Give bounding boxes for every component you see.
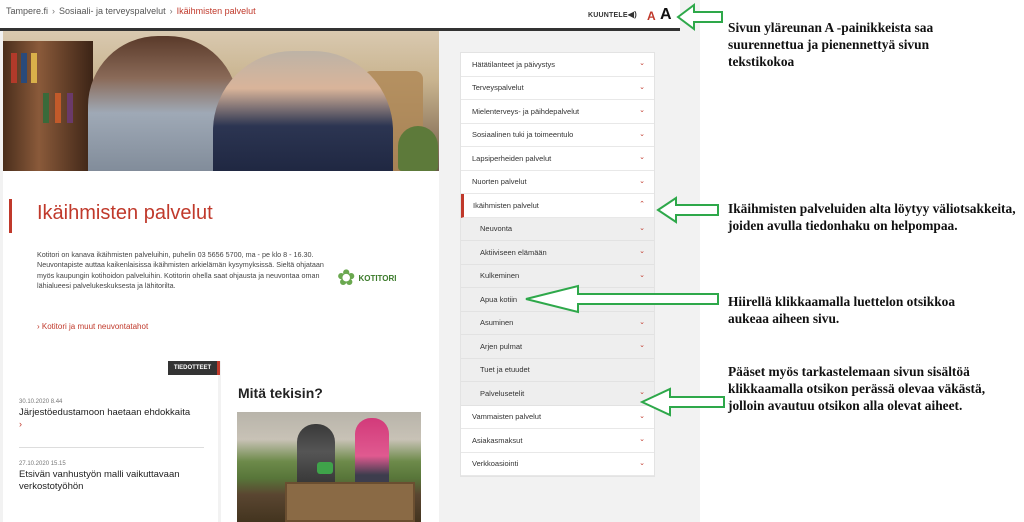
title-accent-bar	[9, 199, 12, 233]
breadcrumb: Tampere.fi › Sosiaali- ja terveyspalvelu…	[6, 6, 256, 16]
chevron-down-icon[interactable]: ⌄	[639, 247, 645, 255]
chevron-down-icon[interactable]: ⌄	[639, 318, 645, 326]
intro-paragraph: Kotitori on kanava ikäihmisten palveluih…	[37, 250, 324, 291]
annotation-arrow	[640, 387, 725, 417]
breadcrumb-current: Ikäihmisten palvelut	[176, 6, 256, 16]
nav-subitem-advice[interactable]: Neuvonta ⌄	[461, 217, 654, 241]
kotitori-link[interactable]: › Kotitori ja muut neuvontatahot	[37, 322, 148, 331]
font-size-increase-button[interactable]: A	[660, 6, 672, 24]
chevron-right-icon: ›	[169, 6, 173, 16]
speaker-icon: ◀)	[627, 10, 637, 19]
nav-item-youth[interactable]: Nuorten palvelut ⌄	[461, 171, 654, 194]
plant-graphic	[398, 126, 438, 171]
chevron-down-icon[interactable]: ⌄	[639, 153, 645, 161]
nav-item-families[interactable]: Lapsiperheiden palvelut ⌄	[461, 147, 654, 171]
news-item[interactable]: 30.10.2020 8.44 Järjestöedustamoon haeta…	[19, 399, 204, 429]
chevron-up-icon[interactable]: ⌃	[639, 200, 645, 208]
chevron-down-icon[interactable]: ⌄	[639, 130, 645, 138]
kotitori-logo-text: KOTITORI	[358, 273, 397, 283]
annotation-note: Hiirellä klikkaamalla luettelon otsikkoa…	[728, 294, 956, 326]
nav-item-elderly[interactable]: Ikäihmisten palvelut ⌃	[461, 194, 654, 218]
listen-button[interactable]: KUUNTELE◀)	[588, 10, 637, 19]
news-date: 30.10.2020 8.44	[19, 399, 63, 405]
news-date: 27.10.2020 15.15	[19, 461, 66, 467]
elderly-woman-figure	[213, 51, 393, 171]
annotation-arrow	[525, 284, 719, 314]
chevron-down-icon[interactable]: ⌄	[639, 106, 645, 114]
font-size-decrease-button[interactable]: A	[647, 9, 656, 23]
side-navigation: Hätätilanteet ja päivystys ⌄ Terveyspalve…	[460, 52, 655, 477]
annotation-arrow	[676, 3, 723, 31]
nav-subitem-benefits[interactable]: Tuet ja etuudet	[461, 358, 654, 382]
nav-item-mental-health[interactable]: Mielenterveys- ja päihdepalvelut ⌄	[461, 100, 654, 124]
chevron-down-icon[interactable]: ⌄	[639, 341, 645, 349]
breadcrumb-home[interactable]: Tampere.fi	[6, 6, 48, 16]
annotation-note: Pääset myös tarkastelemaan sivun sisältö…	[728, 364, 986, 413]
chevron-down-icon[interactable]: ⌄	[639, 459, 645, 467]
chevron-down-icon[interactable]: ⌄	[639, 435, 645, 443]
chevron-down-icon[interactable]: ⌄	[639, 271, 645, 279]
breadcrumb-social-health[interactable]: Sosiaali- ja terveyspalvelut	[59, 6, 166, 16]
chevron-right-icon: ›	[52, 6, 56, 16]
nav-item-health[interactable]: Terveyspalvelut ⌄	[461, 77, 654, 100]
listen-label: KUUNTELE	[588, 12, 628, 19]
annotation-note: Sivun yläreunan A -painikkeista saa suur…	[728, 20, 934, 69]
chevron-down-icon[interactable]: ⌄	[639, 83, 645, 91]
nav-item-emergency[interactable]: Hätätilanteet ja päivystys ⌄	[461, 53, 654, 77]
nav-subitem-daily-issues[interactable]: Arjen pulmat ⌄	[461, 335, 654, 359]
gardening-photo[interactable]	[237, 412, 421, 522]
top-bar: Tampere.fi › Sosiaali- ja terveyspalvelu…	[0, 0, 680, 28]
chevron-right-icon: ›	[19, 419, 22, 429]
annotation-arrow	[656, 196, 719, 224]
divider	[19, 447, 204, 448]
news-title: Etsivän vanhustyön malli vaikuttavaan ve…	[19, 469, 180, 492]
section-title: Mitä tekisin?	[238, 385, 323, 401]
watering-can-graphic	[317, 462, 333, 474]
nav-item-online-services[interactable]: Verkkoasiointi ⌄	[461, 453, 654, 476]
chevron-down-icon[interactable]: ⌄	[639, 59, 645, 67]
flower-logo-icon: ✿	[337, 265, 356, 290]
kotitori-link-label: Kotitori ja muut neuvontatahot	[41, 322, 149, 331]
nav-item-disability[interactable]: Vammaisten palvelut ⌄	[461, 406, 654, 429]
intro-card: Ikäihmisten palvelut Kotitori on kanava …	[3, 171, 439, 361]
page-title: Ikäihmisten palvelut	[37, 202, 213, 224]
annotation-note: Ikäihmisten palveluiden alta löytyy väli…	[728, 201, 1016, 233]
nav-subitem-housing[interactable]: Asuminen ⌄	[461, 311, 654, 335]
hero-image	[3, 31, 439, 171]
what-to-do-section: Mitä tekisin?	[221, 361, 439, 522]
nav-item-fees[interactable]: Asiakasmaksut ⌄	[461, 429, 654, 453]
news-section: TIEDOTTEET 30.10.2020 8.44 Järjestöedust…	[3, 361, 220, 522]
chevron-down-icon[interactable]: ⌄	[639, 224, 645, 232]
nav-subitem-active-life[interactable]: Aktiiviseen elämään ⌄	[461, 241, 654, 265]
news-badge[interactable]: TIEDOTTEET	[168, 361, 220, 375]
chevron-down-icon[interactable]: ⌄	[639, 177, 645, 185]
news-title: Järjestöedustamoon haetaan ehdokkaita	[19, 407, 191, 418]
news-item[interactable]: 27.10.2020 15.15 Etsivän vanhustyön mall…	[19, 461, 204, 493]
kotitori-logo: ✿ KOTITORI	[337, 267, 397, 289]
nav-item-social-support[interactable]: Sosiaalinen tuki ja toimeentulo ⌄	[461, 124, 654, 147]
nav-subitem-vouchers[interactable]: Palvelusetelit ⌄	[461, 382, 654, 406]
